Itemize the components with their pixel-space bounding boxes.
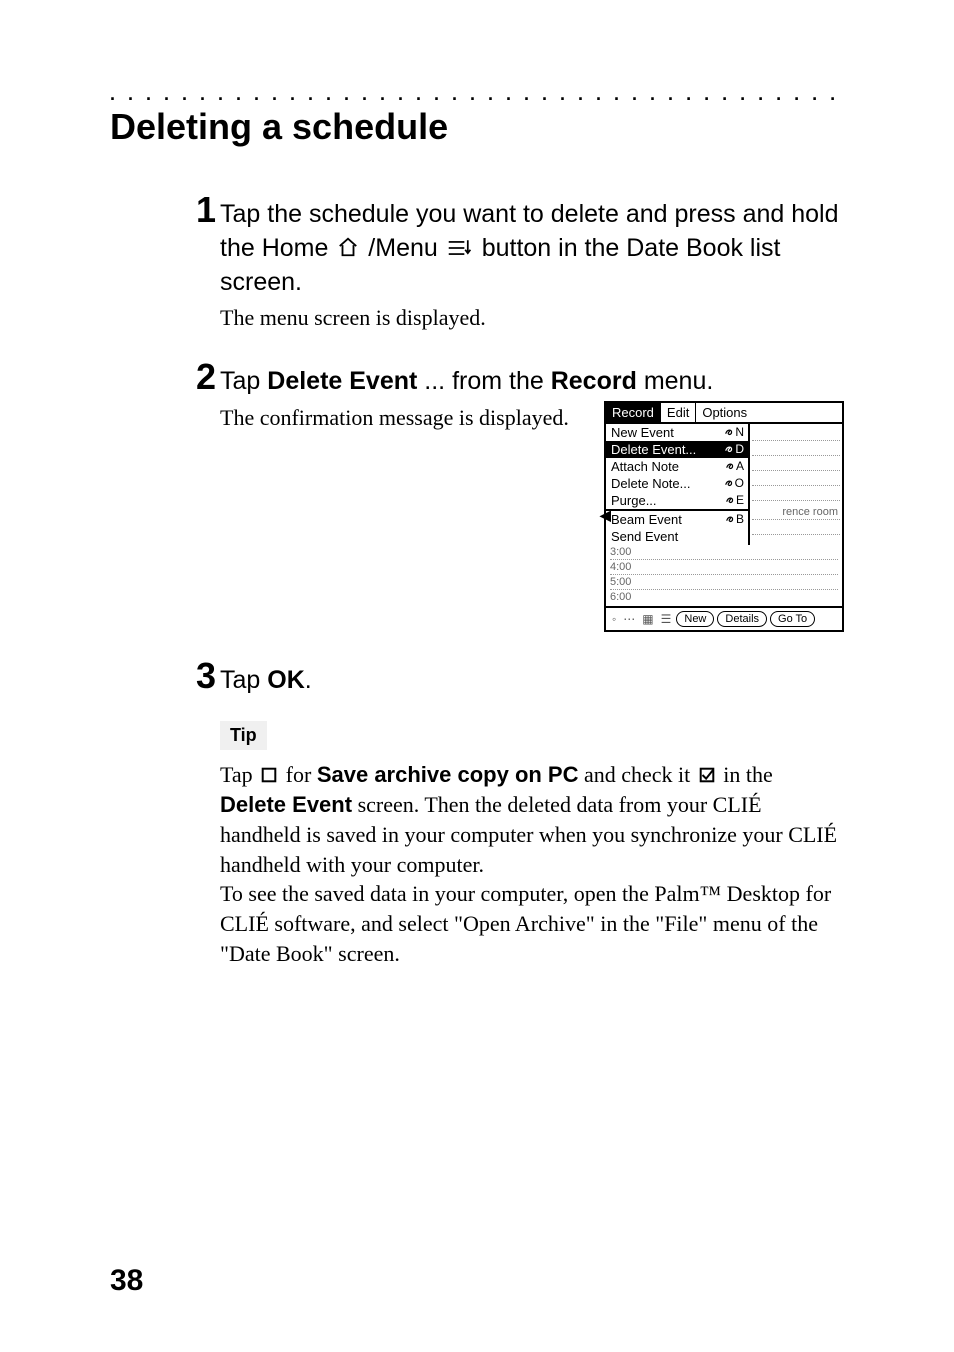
step-3-text-a: Tap bbox=[220, 666, 267, 694]
step-2-bold-a: Delete Event bbox=[267, 367, 417, 395]
device-menubar: Record Edit Options bbox=[606, 403, 842, 424]
device-menu-delete-note-shortcut: O bbox=[724, 476, 744, 491]
device-menu-beam-event-label: Beam Event bbox=[611, 512, 682, 527]
step-1-instruction: Tap the schedule you want to delete and … bbox=[220, 198, 844, 299]
device-footer-view2-icon[interactable]: ⋯ bbox=[621, 611, 637, 627]
device-menu-delete-event[interactable]: Delete Event... D bbox=[606, 441, 748, 458]
step-3-text-b: . bbox=[305, 666, 312, 694]
step-2-text-b: ... from the bbox=[424, 367, 550, 395]
device-footer-view3-icon[interactable]: ▦ bbox=[640, 611, 655, 627]
device-time-500: 5:00 bbox=[610, 575, 838, 590]
device-menu-new-event-label: New Event bbox=[611, 425, 674, 440]
device-screenshot: ◀ Record Edit Options New Event bbox=[604, 401, 844, 632]
device-time-600: 6:00 bbox=[610, 590, 838, 604]
tip-p1-b: for bbox=[286, 762, 317, 787]
decorative-dot-row: . . . . . . . . . . . . . . . . . . . . … bbox=[110, 88, 844, 100]
device-footer-details-button[interactable]: Details bbox=[717, 611, 767, 627]
tip-p1-d: in the bbox=[723, 762, 773, 787]
device-footer-goto-button[interactable]: Go To bbox=[770, 611, 815, 627]
page-title: Deleting a schedule bbox=[110, 106, 844, 148]
device-footer-view1-icon[interactable]: ◦ bbox=[610, 611, 618, 627]
device-tab-edit[interactable]: Edit bbox=[661, 403, 696, 422]
tip-label: Tip bbox=[220, 721, 267, 750]
device-right-pane: rence room bbox=[750, 424, 842, 545]
device-menu-new-event[interactable]: New Event N bbox=[606, 424, 748, 441]
device-menu-beam-event[interactable]: Beam Event B bbox=[606, 511, 748, 528]
page-number: 38 bbox=[110, 1264, 143, 1298]
device-menu-delete-event-shortcut: D bbox=[724, 442, 744, 457]
device-tab-record[interactable]: Record bbox=[606, 403, 661, 422]
step-2-text-a: Tap bbox=[220, 367, 267, 395]
step-3-instruction: Tap OK. bbox=[220, 664, 844, 698]
tip-paragraph-2: To see the saved data in your computer, … bbox=[220, 879, 844, 968]
tip-paragraph-1: Tap for Save archive copy on PC and chec… bbox=[220, 760, 844, 879]
home-icon bbox=[337, 236, 359, 258]
menu-icon bbox=[447, 238, 473, 258]
step-2-instruction: Tap Delete Event ... from the Record men… bbox=[220, 365, 844, 399]
checkbox-empty-icon bbox=[260, 766, 278, 784]
step-2: 2 Tap Delete Event ... from the Record m… bbox=[180, 359, 844, 632]
device-menu-attach-note-label: Attach Note bbox=[611, 459, 679, 474]
device-cursor-marker: ◀ bbox=[600, 507, 611, 524]
tip-p1-bold2: Delete Event bbox=[220, 792, 352, 817]
tip-p1-bold1: Save archive copy on PC bbox=[317, 762, 579, 787]
device-menu-purge[interactable]: Purge... E bbox=[606, 492, 748, 509]
device-menu-delete-event-label: Delete Event... bbox=[611, 442, 696, 457]
device-menu-delete-note-label: Delete Note... bbox=[611, 476, 691, 491]
step-2-bold-b: Record bbox=[551, 367, 637, 395]
device-menu-purge-shortcut: E bbox=[725, 493, 744, 508]
device-tab-options[interactable]: Options bbox=[696, 403, 753, 422]
device-footer: ◦ ⋯ ▦ ☰ New Details Go To bbox=[606, 606, 842, 630]
device-menu-beam-event-shortcut: B bbox=[725, 512, 744, 527]
step-3: 3 Tap OK. Tip Tap for Save archive copy … bbox=[180, 658, 844, 969]
device-footer-view4-icon[interactable]: ☰ bbox=[659, 611, 674, 627]
device-time-300: 3:00 bbox=[610, 545, 838, 560]
tip-p1-c: and check it bbox=[584, 762, 696, 787]
step-3-bold-a: OK bbox=[267, 666, 305, 694]
step-2-number: 2 bbox=[180, 359, 216, 395]
device-menu-delete-note[interactable]: Delete Note... O bbox=[606, 475, 748, 492]
step-1-detail: The menu screen is displayed. bbox=[220, 303, 844, 333]
device-time-400: 4:00 bbox=[610, 560, 838, 575]
device-menu-purge-label: Purge... bbox=[611, 493, 657, 508]
device-record-menu: New Event N Delete Event... D Attach Not… bbox=[606, 424, 750, 545]
tip-p1-a: Tap bbox=[220, 762, 258, 787]
step-2-text-c: menu. bbox=[644, 367, 713, 395]
device-side-label: rence room bbox=[752, 505, 840, 520]
device-menu-send-event-label: Send Event bbox=[611, 529, 678, 544]
device-menu-attach-note-shortcut: A bbox=[725, 459, 744, 474]
device-menu-send-event[interactable]: Send Event bbox=[606, 528, 748, 545]
device-time-rows: 3:00 4:00 5:00 6:00 bbox=[606, 545, 842, 606]
device-footer-new-button[interactable]: New bbox=[676, 611, 714, 627]
device-menu-attach-note[interactable]: Attach Note A bbox=[606, 458, 748, 475]
step-1-number: 1 bbox=[180, 192, 216, 228]
step-2-detail: The confirmation message is displayed. bbox=[220, 403, 588, 433]
checkbox-checked-icon bbox=[698, 766, 716, 784]
step-1-text-b: /Menu bbox=[368, 234, 444, 262]
device-menu-new-event-shortcut: N bbox=[724, 425, 744, 440]
step-1: 1 Tap the schedule you want to delete an… bbox=[180, 192, 844, 333]
step-3-number: 3 bbox=[180, 658, 216, 694]
